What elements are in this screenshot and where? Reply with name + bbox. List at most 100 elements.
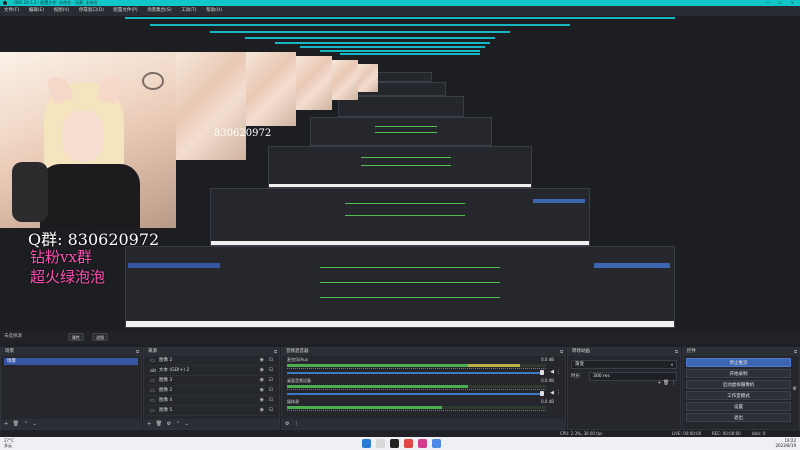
eye-icon[interactable]: ◉	[260, 377, 264, 383]
weather-widget[interactable]: 27°C 多云	[4, 438, 14, 448]
speaker-icon[interactable]: ◀	[550, 390, 554, 396]
trash-icon[interactable]: 🗑	[663, 380, 669, 386]
transition-select[interactable]: 渐变 ▾	[571, 360, 677, 369]
start-recording-button[interactable]: 开始录制	[686, 369, 791, 378]
volume-fader[interactable]	[287, 393, 542, 395]
transition-tools: + 🗑 ⋮	[657, 380, 676, 386]
nested-bar	[150, 24, 570, 26]
source-row[interactable]: ▭ 图像 4 ◉ ⊡	[147, 396, 276, 406]
menu-scene-collection[interactable]: 场景集合(S)	[143, 6, 175, 16]
lock-icon[interactable]: ⊡	[269, 397, 273, 403]
live-timer: LIVE: 00:00:00	[672, 431, 702, 436]
menu-help[interactable]: 帮助(H)	[202, 6, 226, 16]
menu-view[interactable]: 视图(V)	[50, 6, 74, 16]
eye-icon[interactable]: ◉	[260, 367, 264, 373]
properties-button[interactable]: 属性	[68, 333, 84, 341]
menu-docks[interactable]: 停靠窗口(D)	[75, 6, 108, 16]
more-options-icon[interactable]: ⋮	[556, 390, 561, 396]
controls-title: 控件	[687, 349, 696, 354]
transitions-dock: 转场动画 ⧉ 渐变 ▾ 时长 300 ms + 🗑 ⋮	[567, 347, 681, 430]
stop-streaming-button[interactable]: 停止推流	[686, 358, 791, 367]
app-taskbar-icon[interactable]	[404, 439, 413, 448]
mixer-channel: 媒体源 0.0 dB	[285, 398, 562, 419]
mixer-menu-icon[interactable]: ⋮	[294, 419, 299, 429]
studio-mode-button[interactable]: 工作室模式	[686, 391, 791, 400]
settings-button[interactable]: 设置	[686, 402, 791, 411]
source-name: 图像 4	[159, 398, 173, 403]
filters-button[interactable]: 滤镜	[92, 333, 108, 341]
image-icon: ▭	[150, 388, 155, 394]
transition-selected: 渐变	[575, 362, 584, 367]
dock-float-icon[interactable]: ⧉	[794, 348, 797, 356]
lock-icon[interactable]: ⊡	[269, 407, 273, 413]
down-arrow-icon[interactable]: ⌄	[33, 419, 37, 429]
fader-knob[interactable]	[540, 391, 544, 396]
webcam-source[interactable]	[0, 52, 176, 228]
trash-icon[interactable]: 🗑	[13, 419, 19, 429]
preview-canvas[interactable]: 830620972 Q群: 830620972 钻粉vx群 超火绿泡泡	[0, 16, 800, 331]
dock-float-icon[interactable]: ⧉	[136, 348, 139, 356]
volume-fader[interactable]	[287, 372, 542, 374]
image-icon: ▭	[150, 398, 155, 404]
volume-meter	[287, 406, 546, 409]
source-name: 图像 3	[159, 378, 173, 383]
dock-float-icon[interactable]: ⧉	[274, 348, 277, 356]
add-icon[interactable]: +	[147, 419, 151, 429]
sources-dock-header: 来源 ⧉	[144, 348, 279, 356]
lock-icon[interactable]: ⊡	[269, 387, 273, 393]
trash-icon[interactable]: 🗑	[156, 419, 162, 429]
channel-db: 0.0 dB	[541, 378, 554, 383]
start-virtual-camera-button[interactable]: 启动虚拟摄像机	[686, 380, 791, 389]
more-options-icon[interactable]: ⋮	[556, 369, 561, 375]
dock-float-icon[interactable]: ⧉	[675, 348, 678, 356]
eye-icon[interactable]: ◉	[260, 357, 264, 363]
microphone	[12, 162, 48, 222]
system-tray[interactable]: 19:22 2023/8/19	[775, 438, 796, 448]
obs-taskbar-icon[interactable]	[390, 439, 399, 448]
mixer-channel: 麦克风/Aux 0.0 dB ◀ ⋮	[285, 356, 562, 377]
dock-float-icon[interactable]: ⧉	[560, 348, 563, 356]
volume-meter	[287, 364, 546, 367]
exit-button[interactable]: 退出	[686, 413, 791, 422]
eye-icon[interactable]: ◉	[260, 387, 264, 393]
down-arrow-icon[interactable]: ⌄	[185, 419, 189, 429]
nested-webcam	[176, 52, 246, 160]
scene-list-item[interactable]: 场景	[4, 358, 138, 365]
scenes-footer: + 🗑 ⌃ ⌄	[1, 419, 141, 429]
source-row[interactable]: ab 文本 (GDI+) 2 ◉ ⊡	[147, 366, 276, 376]
advanced-audio-icon[interactable]: ⚙	[285, 419, 289, 429]
source-row[interactable]: ▭ 图像 2 ◉ ⊡	[147, 386, 276, 396]
windows-taskbar: 27°C 多云 19:22 2023/8/19	[0, 437, 800, 450]
fader-knob[interactable]	[540, 370, 544, 375]
nested-obs-frame	[210, 188, 590, 246]
menu-bar: 文件(F) 编辑(E) 视图(V) 停靠窗口(D) 配置文件(P) 场景集合(S…	[0, 6, 800, 16]
menu-profile[interactable]: 配置文件(P)	[109, 6, 141, 16]
nested-bar	[320, 50, 480, 52]
speaker-icon[interactable]: ◀	[550, 369, 554, 375]
menu-edit[interactable]: 编辑(E)	[25, 6, 48, 16]
app-taskbar-icon[interactable]	[418, 439, 427, 448]
start-icon[interactable]	[362, 439, 371, 448]
add-icon[interactable]: +	[4, 419, 8, 429]
menu-file[interactable]: 文件(F)	[0, 6, 23, 16]
up-arrow-icon[interactable]: ⌃	[176, 419, 180, 429]
lock-icon[interactable]: ⊡	[269, 377, 273, 383]
duration-label: 时长	[571, 374, 580, 379]
source-row[interactable]: ▭ 图像 3 ◉ ⊡	[147, 376, 276, 386]
lock-icon[interactable]: ⊡	[269, 357, 273, 363]
eye-icon[interactable]: ◉	[260, 397, 264, 403]
up-arrow-icon[interactable]: ⌃	[24, 419, 28, 429]
gear-icon[interactable]: ⚙	[793, 386, 797, 392]
add-icon[interactable]: +	[657, 380, 661, 386]
nested-webcam	[332, 60, 358, 100]
source-row[interactable]: ▭ 图像 5 ◉ ⊡	[147, 406, 276, 416]
more-options-icon[interactable]: ⋮	[671, 380, 676, 386]
menu-tools[interactable]: 工具(T)	[177, 6, 200, 16]
source-row[interactable]: ▭ 图像 2 ◉ ⊡	[147, 356, 276, 366]
search-icon[interactable]	[376, 439, 385, 448]
gear-icon[interactable]: ⚙	[167, 419, 171, 429]
lock-icon[interactable]: ⊡	[269, 367, 273, 373]
channel-name: 媒体源	[287, 399, 299, 404]
eye-icon[interactable]: ◉	[260, 407, 264, 413]
app-taskbar-icon[interactable]	[432, 439, 441, 448]
